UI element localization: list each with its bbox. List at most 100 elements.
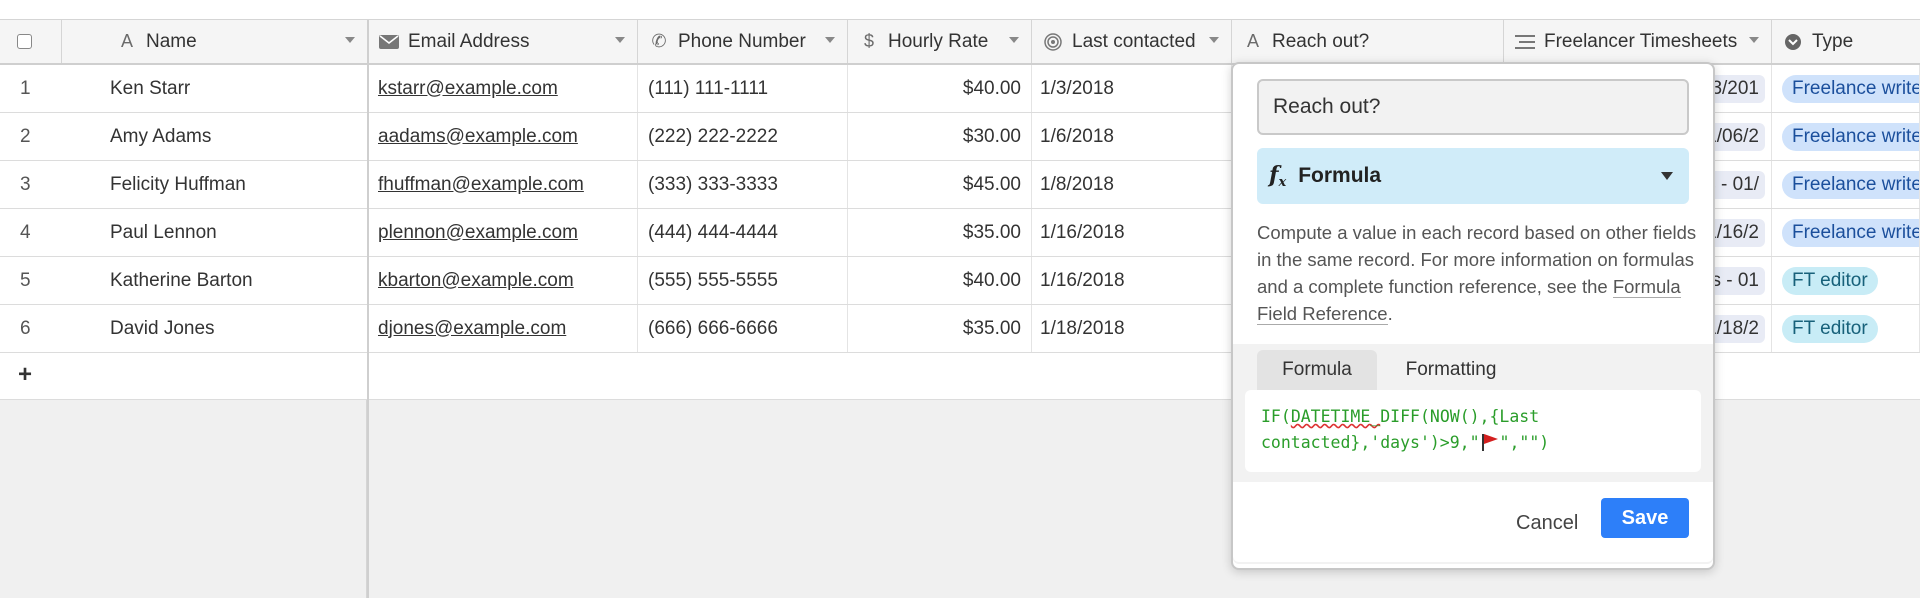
tab-formula[interactable]: Formula <box>1257 350 1377 390</box>
last-contacted-cell[interactable]: 1/8/2018 <box>1032 161 1232 208</box>
column-header-name[interactable]: A Name <box>106 20 368 63</box>
last-contacted-cell[interactable]: 1/16/2018 <box>1032 209 1232 256</box>
email-cell[interactable]: djones@example.com <box>368 305 638 352</box>
tab-formatting[interactable]: Formatting <box>1381 350 1521 390</box>
field-type-select[interactable]: fx Formula <box>1257 148 1689 204</box>
chevron-down-icon[interactable] <box>1209 37 1219 43</box>
email-cell-value[interactable]: kstarr@example.com <box>378 78 558 100</box>
phone-cell[interactable]: (444) 444-4444 <box>638 209 848 256</box>
email-cell[interactable]: kstarr@example.com <box>368 65 638 112</box>
email-cell[interactable]: plennon@example.com <box>368 209 638 256</box>
phone-cell-value: (666) 666-6666 <box>648 317 778 339</box>
chevron-down-icon[interactable] <box>345 37 355 43</box>
formula-line-2: contacted},'days')>9," ","") <box>1261 430 1685 456</box>
formula-line-1: IF(DATETIME_DIFF(NOW(),{Last <box>1261 404 1685 430</box>
row-number[interactable]: 4 <box>0 209 106 256</box>
column-header-label: Email Address <box>408 30 530 52</box>
rate-cell[interactable]: $45.00 <box>848 161 1032 208</box>
type-cell[interactable]: Freelance write <box>1772 209 1920 256</box>
email-cell-value[interactable]: fhuffman@example.com <box>378 174 584 196</box>
row-number[interactable]: 2 <box>0 113 106 160</box>
phone-cell-value: (444) 444-4444 <box>648 221 778 243</box>
name-cell[interactable]: Felicity Huffman <box>106 161 368 208</box>
phone-cell[interactable]: (222) 222-2222 <box>638 113 848 160</box>
type-cell-value: FT editor <box>1782 314 1878 343</box>
phone-cell-value: (555) 555-5555 <box>648 269 778 291</box>
row-number[interactable]: 1 <box>0 65 106 112</box>
select-all-checkbox[interactable] <box>17 34 32 49</box>
name-cell[interactable]: Ken Starr <box>106 65 368 112</box>
formula-editor[interactable]: IF(DATETIME_DIFF(NOW(),{Last contacted},… <box>1245 390 1701 472</box>
phone-cell[interactable]: (111) 111-1111 <box>638 65 848 112</box>
formula-tabs-panel: Formula Formatting IF(DATETIME_DIFF(NOW(… <box>1233 344 1713 564</box>
cancel-button[interactable]: Cancel <box>1516 512 1578 535</box>
last-contacted-cell-value: 1/3/2018 <box>1040 77 1114 99</box>
column-header-phone[interactable]: ✆ Phone Number <box>638 20 848 63</box>
column-header-timesheets[interactable]: Freelancer Timesheets <box>1504 20 1772 63</box>
rate-cell[interactable]: $30.00 <box>848 113 1032 160</box>
field-type-description: Compute a value in each record based on … <box>1257 219 1697 327</box>
rate-cell[interactable]: $40.00 <box>848 257 1032 304</box>
email-cell-value[interactable]: plennon@example.com <box>378 222 578 244</box>
type-cell-value: Freelance write <box>1782 170 1919 199</box>
rate-cell[interactable]: $35.00 <box>848 305 1032 352</box>
type-cell[interactable]: Freelance write <box>1772 161 1920 208</box>
name-cell[interactable]: Paul Lennon <box>106 209 368 256</box>
phone-cell[interactable]: (666) 666-6666 <box>638 305 848 352</box>
rate-cell-value: $30.00 <box>962 125 1021 147</box>
chevron-down-icon[interactable] <box>825 37 835 43</box>
column-header-email[interactable]: Email Address <box>368 20 638 63</box>
frozen-column-divider[interactable] <box>367 20 369 598</box>
single-select-icon <box>1782 33 1804 51</box>
email-cell-value[interactable]: kbarton@example.com <box>378 270 574 292</box>
column-header-last-contacted[interactable]: Last contacted <box>1032 20 1232 63</box>
email-cell-value[interactable]: aadams@example.com <box>378 126 578 148</box>
name-cell-value: Felicity Huffman <box>110 173 246 195</box>
column-header-label: Last contacted <box>1072 30 1196 52</box>
last-contacted-cell[interactable]: 1/18/2018 <box>1032 305 1232 352</box>
formula-token-misspelled: DATETIME_ <box>1290 407 1381 426</box>
last-contacted-cell-value: 1/6/2018 <box>1040 125 1114 147</box>
type-cell[interactable]: Freelance write <box>1772 65 1920 112</box>
row-number[interactable]: 5 <box>0 257 106 304</box>
last-contacted-cell[interactable]: 1/3/2018 <box>1032 65 1232 112</box>
name-cell[interactable]: Amy Adams <box>106 113 368 160</box>
row-number-value: 5 <box>20 269 31 291</box>
field-config-popover: Reach out? fx Formula Compute a value in… <box>1231 62 1715 570</box>
chevron-down-icon[interactable] <box>1009 37 1019 43</box>
dollar-icon: $ <box>863 31 874 51</box>
type-cell[interactable]: Freelance write <box>1772 113 1920 160</box>
save-button[interactable]: Save <box>1601 498 1689 538</box>
field-name-input[interactable]: Reach out? <box>1257 79 1689 135</box>
formula-token: DIFF(NOW(),{Last <box>1380 407 1540 426</box>
chevron-down-icon[interactable] <box>1749 37 1759 43</box>
last-contacted-cell[interactable]: 1/16/2018 <box>1032 257 1232 304</box>
column-header-rate[interactable]: $ Hourly Rate <box>848 20 1032 63</box>
type-cell[interactable]: FT editor <box>1772 305 1920 352</box>
row-number-value: 6 <box>20 317 31 339</box>
column-header-label: Freelancer Timesheets <box>1544 30 1738 52</box>
column-header-reach-out[interactable]: A Reach out? <box>1232 20 1504 63</box>
formula-token: ","") <box>1499 433 1550 452</box>
row-number[interactable]: 6 <box>0 305 106 352</box>
type-cell[interactable]: FT editor <box>1772 257 1920 304</box>
name-cell[interactable]: David Jones <box>106 305 368 352</box>
name-cell[interactable]: Katherine Barton <box>106 257 368 304</box>
phone-cell[interactable]: (555) 555-5555 <box>638 257 848 304</box>
row-number[interactable]: 3 <box>0 161 106 208</box>
chevron-down-icon[interactable] <box>615 37 625 43</box>
email-cell[interactable]: kbarton@example.com <box>368 257 638 304</box>
rate-cell[interactable]: $40.00 <box>848 65 1032 112</box>
left-pane-empty-area <box>0 400 368 598</box>
email-cell[interactable]: aadams@example.com <box>368 113 638 160</box>
email-cell[interactable]: fhuffman@example.com <box>368 161 638 208</box>
phone-cell[interactable]: (333) 333-3333 <box>638 161 848 208</box>
column-header-type[interactable]: Type <box>1772 20 1920 63</box>
plus-icon[interactable]: + <box>18 361 32 389</box>
rate-cell[interactable]: $35.00 <box>848 209 1032 256</box>
last-contacted-cell-value: 1/8/2018 <box>1040 173 1114 195</box>
email-cell-value[interactable]: djones@example.com <box>378 318 566 340</box>
last-contacted-cell[interactable]: 1/6/2018 <box>1032 113 1232 160</box>
phone-cell-value: (333) 333-3333 <box>648 173 778 195</box>
last-contacted-cell-value: 1/16/2018 <box>1040 221 1125 243</box>
